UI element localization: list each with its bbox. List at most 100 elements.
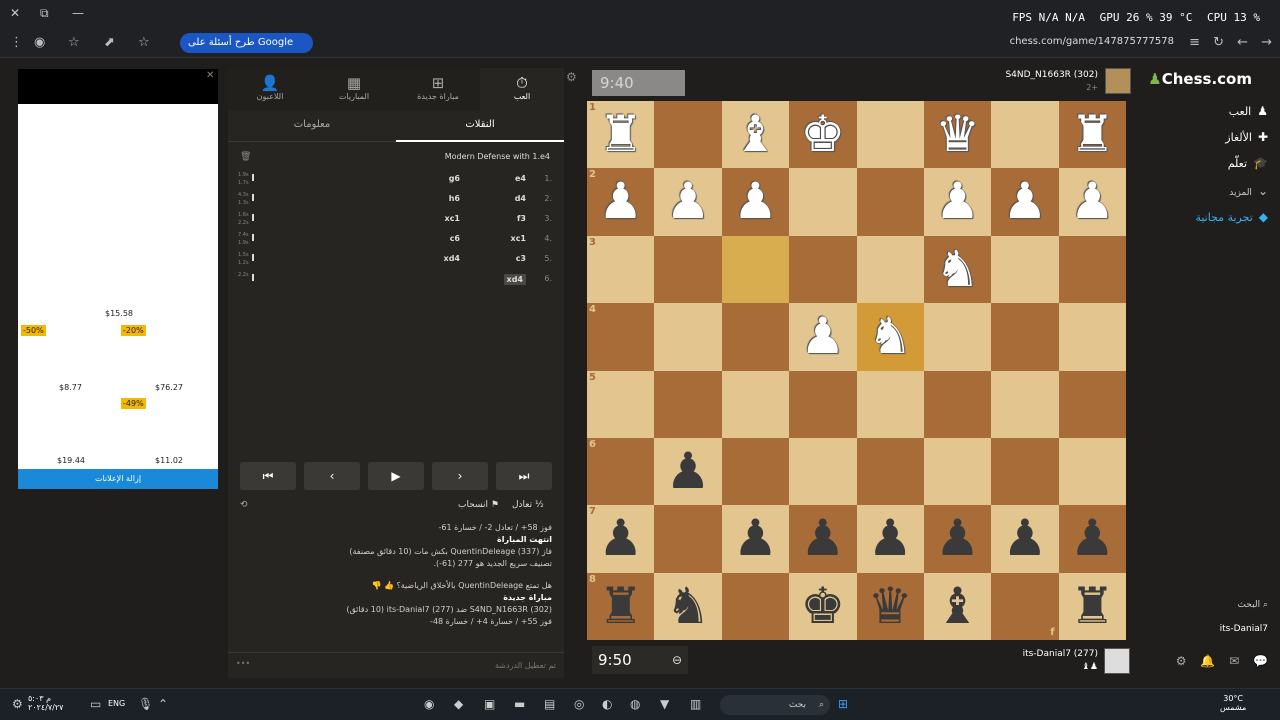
- sidebar-item-play[interactable]: ♟العب: [1229, 104, 1268, 124]
- board-square[interactable]: [1058, 370, 1126, 438]
- board-square[interactable]: ♞: [856, 303, 924, 371]
- board-square[interactable]: [991, 370, 1059, 438]
- board-square[interactable]: ♜: [1058, 101, 1126, 169]
- white-pawn-piece[interactable]: ♟: [924, 168, 991, 235]
- steam-icon[interactable]: ◍: [630, 697, 640, 711]
- board-square[interactable]: [654, 303, 722, 371]
- board-square[interactable]: 6: [587, 437, 655, 506]
- white-rook-piece[interactable]: ♜: [587, 101, 654, 168]
- black-pawn-piece[interactable]: ♟: [924, 505, 991, 572]
- back-icon[interactable]: ←: [1237, 35, 1248, 50]
- avatar[interactable]: [1105, 68, 1131, 94]
- move-black[interactable]: c6: [450, 234, 460, 243]
- black-knight-piece[interactable]: ♞: [654, 573, 721, 640]
- board-square[interactable]: 7 ♟: [587, 505, 655, 573]
- move-white[interactable]: e4: [515, 174, 526, 183]
- sidebar-search[interactable]: البحث ⌕: [1237, 600, 1268, 610]
- board-square[interactable]: 4: [587, 303, 655, 371]
- settings-icon[interactable]: ⚙: [12, 697, 23, 711]
- chess-board[interactable]: 1 ♜ ♝ ♚ ♛ ♜ 2 ♟ ♟ ♟ ♟ ♟ ♟ 3 ♞ 4 ♟ ♞ 5 6 ♟ 7 ♟ ♟ ♟ ♟ ♟ ♟ ♟ 8 ♜ h ♞ ♚ ♛ ♝ f b ♜: [587, 101, 1126, 640]
- board-square[interactable]: [1058, 235, 1126, 304]
- tab-new-game[interactable]: ⊞ مباراة جديدة: [396, 68, 480, 110]
- thumbs-down-icon[interactable]: 👎: [371, 581, 381, 590]
- close-icon[interactable]: ✕: [206, 71, 216, 81]
- move-black[interactable]: xc1: [445, 214, 460, 223]
- board-square[interactable]: [856, 235, 924, 304]
- board-square[interactable]: [856, 437, 924, 506]
- black-rook-piece[interactable]: ♜: [587, 573, 654, 640]
- board-square[interactable]: 1 ♜: [587, 101, 655, 169]
- board-square[interactable]: ♟: [1058, 505, 1126, 573]
- white-knight-piece[interactable]: ♞: [857, 303, 924, 370]
- sidebar-item-free-trial[interactable]: ◆تجربة مجانية: [1195, 210, 1268, 230]
- board-square[interactable]: [789, 437, 857, 506]
- brave-icon[interactable]: ▼: [660, 697, 669, 711]
- board-square[interactable]: ♟: [654, 168, 722, 236]
- black-bishop-piece[interactable]: ♝: [924, 573, 991, 640]
- board-square[interactable]: [1058, 303, 1126, 371]
- board-square[interactable]: ♟: [1058, 168, 1126, 236]
- close-icon[interactable]: ✕: [10, 6, 20, 20]
- board-square[interactable]: [856, 370, 924, 438]
- board-square[interactable]: [721, 370, 790, 438]
- board-square[interactable]: ♟: [856, 505, 924, 573]
- board-square[interactable]: ♚: [789, 101, 857, 169]
- sidebar-item-puzzles[interactable]: ✚الألغاز: [1225, 130, 1268, 150]
- reload-icon[interactable]: ↻: [1213, 35, 1224, 50]
- board-square[interactable]: [991, 437, 1059, 506]
- flip-icon[interactable]: ⟲: [240, 500, 248, 510]
- draw-button[interactable]: تعادل ½: [512, 500, 544, 510]
- white-pawn-piece[interactable]: ♟: [789, 303, 856, 370]
- more-icon[interactable]: •••: [236, 659, 250, 668]
- restore-icon[interactable]: ⧉: [40, 6, 49, 21]
- windows-start-icon[interactable]: ⊞: [838, 697, 848, 711]
- profile-icon[interactable]: ◉: [34, 35, 45, 50]
- bell-icon[interactable]: 🔔: [1200, 654, 1215, 668]
- white-king-piece[interactable]: ♚: [789, 101, 856, 168]
- remove-ads-button[interactable]: إزالة الإعلانات: [18, 469, 218, 489]
- next-move-button[interactable]: ›: [432, 462, 488, 490]
- move-black[interactable]: g6: [449, 174, 460, 183]
- board-square[interactable]: ♟: [923, 505, 992, 573]
- sidebar-user[interactable]: its-Danial7: [1220, 624, 1268, 634]
- board-square[interactable]: ♟: [654, 437, 722, 506]
- app-icon[interactable]: ◎: [574, 697, 584, 711]
- chrome-icon[interactable]: ◉: [424, 697, 434, 711]
- board-square[interactable]: ♛: [856, 572, 924, 640]
- chevron-up-icon[interactable]: ⌃: [158, 697, 168, 711]
- address-bar[interactable]: chess.com/game/147875777578: [1010, 36, 1174, 47]
- board-square[interactable]: [923, 370, 992, 438]
- board-square[interactable]: ♟: [789, 303, 857, 371]
- move-white[interactable]: f3: [517, 214, 526, 223]
- board-square[interactable]: ♚: [789, 572, 857, 640]
- board-square[interactable]: [923, 303, 992, 371]
- black-pawn-piece[interactable]: ♟: [789, 505, 856, 572]
- board-square[interactable]: 5: [587, 370, 655, 438]
- advertisement[interactable]: ✕ $15.58 -50% -20% $8.77 $76.27 -49% $19…: [18, 69, 218, 489]
- bookmark-icon[interactable]: ☆: [138, 35, 150, 50]
- black-king-piece[interactable]: ♚: [789, 573, 856, 640]
- tab-moves[interactable]: النقلات: [396, 112, 564, 142]
- google-ask-chip[interactable]: طرح أسئلة على Google: [180, 33, 314, 53]
- move-white[interactable]: c3: [516, 254, 526, 263]
- board-square[interactable]: ♟: [721, 505, 790, 573]
- white-knight-piece[interactable]: ♞: [924, 236, 991, 303]
- board-square[interactable]: [789, 235, 857, 304]
- share-icon[interactable]: ⬈: [104, 35, 115, 50]
- board-square[interactable]: ♟: [991, 505, 1059, 573]
- minimize-icon[interactable]: —: [72, 6, 84, 20]
- network-icon[interactable]: ▭: [90, 697, 101, 711]
- board-square[interactable]: [654, 235, 722, 304]
- board-square[interactable]: f: [991, 572, 1059, 640]
- board-square[interactable]: ♝: [923, 572, 992, 640]
- black-pawn-piece[interactable]: ♟: [587, 505, 654, 572]
- tab-games[interactable]: ▦ المباريات: [312, 68, 396, 110]
- board-square[interactable]: [721, 572, 790, 640]
- tune-icon[interactable]: ≡: [1189, 35, 1200, 50]
- board-square[interactable]: [654, 101, 722, 169]
- app-icon[interactable]: ◆: [454, 697, 463, 711]
- board-square[interactable]: [789, 370, 857, 438]
- board-square[interactable]: [923, 437, 992, 506]
- black-pawn-piece[interactable]: ♟: [1059, 505, 1126, 572]
- white-rook-piece[interactable]: ♜: [1059, 101, 1126, 168]
